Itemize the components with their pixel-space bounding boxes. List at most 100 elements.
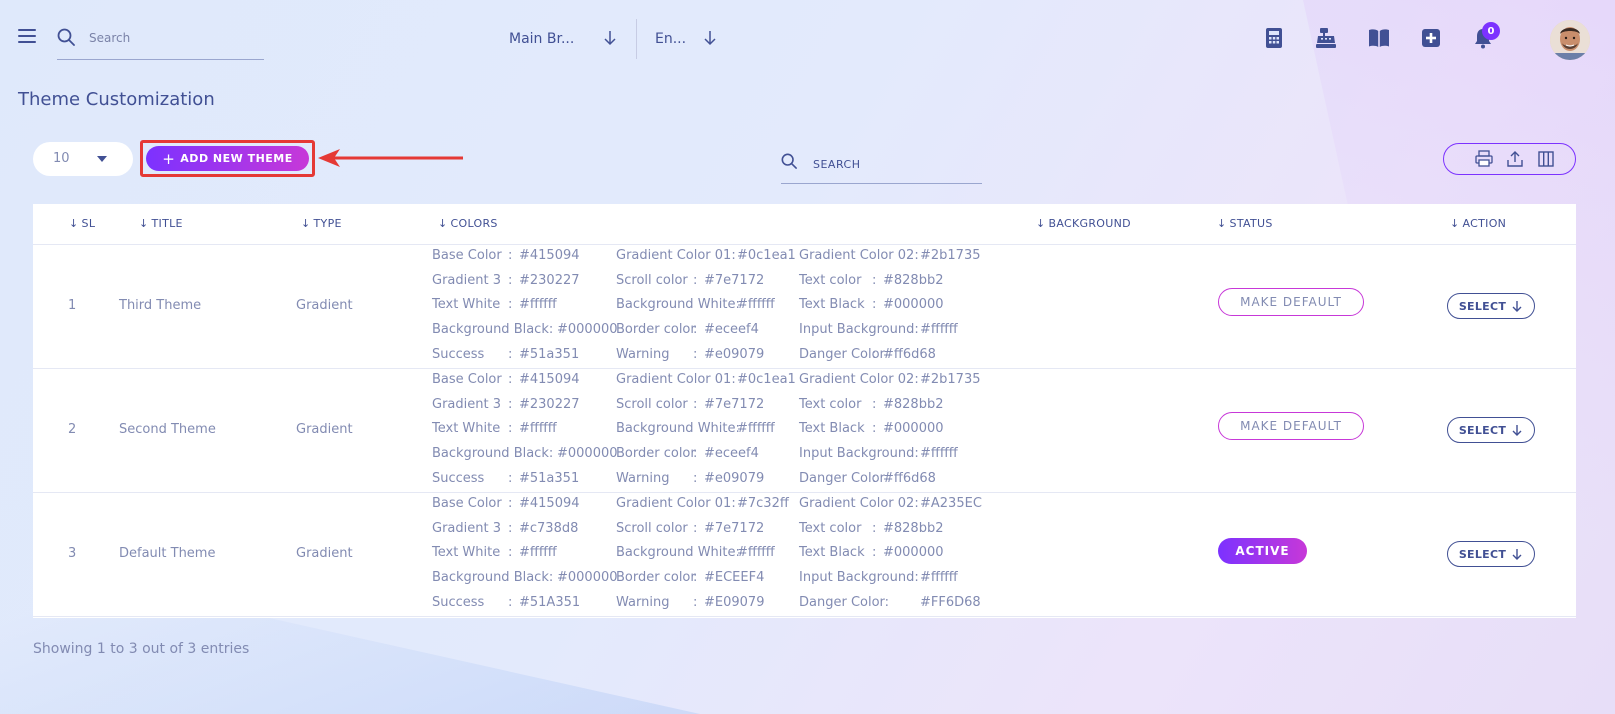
column-header-status[interactable]: ↓ STATUS <box>1217 217 1273 230</box>
color-label: Text color <box>799 520 862 536</box>
color-label: Danger Color: <box>799 594 890 610</box>
color-value: #7c32ff <box>737 496 789 511</box>
make-default-button[interactable]: MAKE DEFAULT <box>1218 412 1364 440</box>
color-value: #230227 <box>519 396 580 412</box>
color-label: Scroll color <box>616 272 688 288</box>
color-separator: : <box>508 272 513 288</box>
book-icon[interactable] <box>1367 26 1391 50</box>
color-value: #E09079 <box>704 594 765 610</box>
column-header-title[interactable]: ↓ TITLE <box>139 217 183 230</box>
color-separator: : <box>508 545 513 561</box>
color-label: Scroll color <box>616 396 688 412</box>
color-value: #e09079 <box>704 470 765 486</box>
color-value: #000000 <box>557 446 618 462</box>
color-value: #c738d8 <box>519 520 579 536</box>
color-separator: : <box>508 372 513 387</box>
color-value: #ffffff <box>737 421 775 437</box>
column-header-colors[interactable]: ↓ COLORS <box>438 217 498 230</box>
select-action-button[interactable]: SELECT <box>1447 541 1535 567</box>
color-label: Warning <box>616 346 670 362</box>
make-default-button[interactable]: MAKE DEFAULT <box>1218 288 1364 316</box>
branch-dropdown[interactable]: Main Br... <box>509 26 617 52</box>
color-value: #ff6d68 <box>883 346 936 362</box>
color-value: #828bb2 <box>883 520 944 536</box>
color-separator: : <box>872 545 877 561</box>
arrow-down-icon: ↓ <box>69 217 79 230</box>
select-action-label: SELECT <box>1458 547 1507 561</box>
color-label: Text White <box>432 545 501 561</box>
color-value: #ffffff <box>920 322 958 338</box>
arrow-down-icon: ↓ <box>139 217 149 230</box>
color-label: Background Black: <box>432 446 554 462</box>
arrow-down-icon <box>1512 300 1522 312</box>
entries-per-page-select[interactable]: 10 <box>33 142 133 176</box>
select-action-button[interactable]: SELECT <box>1447 293 1535 319</box>
color-value: #ffffff <box>737 545 775 561</box>
active-status-badge[interactable]: ACTIVE <box>1218 538 1307 564</box>
row-type: Gradient <box>296 298 353 313</box>
calculator-icon[interactable] <box>1262 26 1286 50</box>
color-value: #ff6d68 <box>883 470 936 486</box>
add-new-theme-label: ADD NEW THEME <box>180 152 293 165</box>
color-separator: : <box>508 421 513 437</box>
color-value: #828bb2 <box>883 396 944 412</box>
table-row: 1 Third Theme Gradient Base Color #415094: Gr… <box>33 245 1576 369</box>
column-header-sl[interactable]: ↓ SL <box>69 217 95 230</box>
color-value: #000000 <box>883 545 944 561</box>
hamburger-menu-icon[interactable] <box>18 29 36 43</box>
color-value: #e09079 <box>704 346 765 362</box>
top-search <box>57 22 264 60</box>
avatar[interactable] <box>1550 20 1590 60</box>
column-header-type[interactable]: ↓ TYPE <box>301 217 342 230</box>
color-value: #ffffff <box>519 421 557 437</box>
color-separator: : <box>872 520 877 536</box>
export-icon[interactable] <box>1505 149 1525 169</box>
color-label: Gradient 3 <box>432 520 501 536</box>
color-label: Input Background: <box>799 322 919 338</box>
select-action-button[interactable]: SELECT <box>1447 417 1535 443</box>
table-search-input[interactable] <box>813 153 973 175</box>
column-header-action[interactable]: ↓ ACTION <box>1450 217 1506 230</box>
color-separator: : <box>508 346 513 362</box>
pagination-info: Showing 1 to 3 out of 3 entries <box>33 641 250 657</box>
color-label: Base Color <box>432 248 502 263</box>
language-dropdown[interactable]: En... <box>655 26 717 52</box>
color-label: Text color <box>799 396 862 412</box>
color-value: #0c1ea1 <box>737 248 796 263</box>
arrow-down-icon <box>1512 548 1522 560</box>
arrow-down-icon: ↓ <box>1036 217 1046 230</box>
color-label: Text Black <box>799 545 865 561</box>
page-title: Theme Customization <box>18 89 215 110</box>
color-separator: : <box>693 346 698 362</box>
table-row: 2 Second Theme Gradient Base Color #415094: G… <box>33 369 1576 493</box>
color-separator: : <box>872 346 877 362</box>
plus-square-icon[interactable] <box>1419 26 1443 50</box>
search-input[interactable] <box>89 26 259 50</box>
color-label: Gradient Color 02: <box>799 496 919 511</box>
color-separator: : <box>508 396 513 412</box>
color-value: #000000 <box>883 421 944 437</box>
color-value: #7e7172 <box>704 396 765 412</box>
color-value: #415094 <box>519 248 580 263</box>
color-value: #828bb2 <box>883 272 944 288</box>
print-icon[interactable] <box>1474 149 1494 169</box>
color-label: Gradient Color 02: <box>799 248 919 263</box>
color-label: Gradient Color 02: <box>799 372 919 387</box>
color-separator: : <box>693 322 698 338</box>
search-icon <box>57 28 75 46</box>
color-label: Base Color <box>432 372 502 387</box>
color-label: Gradient Color 01: <box>616 248 736 263</box>
cash-register-icon[interactable] <box>1314 26 1338 50</box>
color-value: #000000 <box>557 322 618 338</box>
arrow-down-icon: ↓ <box>1450 217 1460 230</box>
color-value: #000000 <box>883 297 944 313</box>
columns-icon[interactable] <box>1536 149 1556 169</box>
row-sl: 1 <box>68 298 77 313</box>
color-label: Background White: <box>616 545 740 561</box>
color-label: Gradient 3 <box>432 272 501 288</box>
color-value: #7e7172 <box>704 272 765 288</box>
select-action-label: SELECT <box>1458 423 1507 437</box>
color-value: #51a351 <box>519 346 580 362</box>
column-header-background[interactable]: ↓ BACKGROUND <box>1036 217 1131 230</box>
add-new-theme-button[interactable]: + ADD NEW THEME <box>146 146 309 171</box>
